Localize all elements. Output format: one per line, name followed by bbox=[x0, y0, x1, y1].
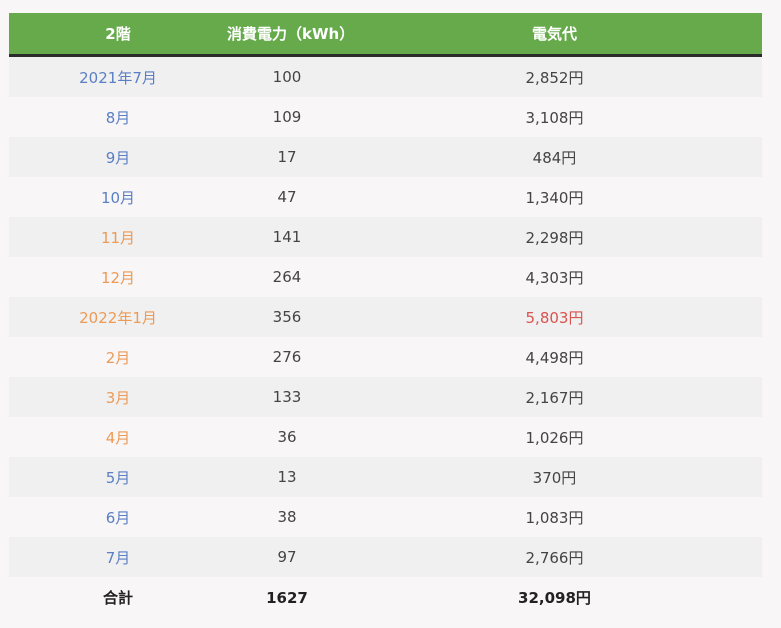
table-row: 8月 109 3,108円 bbox=[9, 97, 762, 137]
kwh-cell: 36 bbox=[227, 417, 347, 457]
cost-cell: 4,498円 bbox=[347, 337, 762, 377]
table-row: 2021年7月 100 2,852円 bbox=[9, 55, 762, 97]
cost-cell: 1,026円 bbox=[347, 417, 762, 457]
cost-cell: 5,803円 bbox=[347, 297, 762, 337]
kwh-cell: 38 bbox=[227, 497, 347, 537]
cost-cell: 2,298円 bbox=[347, 217, 762, 257]
month-cell: 2022年1月 bbox=[9, 297, 227, 337]
electricity-usage-table: 2階 消費電力（kWh） 電気代 2021年7月 100 2,852円 8月 109 3,… bbox=[9, 13, 762, 618]
cost-cell: 2,852円 bbox=[347, 55, 762, 97]
kwh-cell: 356 bbox=[227, 297, 347, 337]
kwh-cell: 276 bbox=[227, 337, 347, 377]
month-cell: 2021年7月 bbox=[9, 55, 227, 97]
table-row: 6月 38 1,083円 bbox=[9, 497, 762, 537]
total-row: 合計 1627 32,098円 bbox=[9, 577, 762, 618]
total-cost: 32,098円 bbox=[347, 577, 762, 618]
header-cost: 電気代 bbox=[347, 13, 762, 57]
kwh-cell: 97 bbox=[227, 537, 347, 577]
cost-cell: 4,303円 bbox=[347, 257, 762, 297]
table-row: 2022年1月 356 5,803円 bbox=[9, 297, 762, 337]
header-consumption: 消費電力（kWh） bbox=[227, 13, 354, 57]
kwh-cell: 264 bbox=[227, 257, 347, 297]
kwh-cell: 141 bbox=[227, 217, 347, 257]
kwh-cell: 17 bbox=[227, 137, 347, 177]
cost-cell: 2,766円 bbox=[347, 537, 762, 577]
kwh-cell: 13 bbox=[227, 457, 347, 497]
kwh-cell: 109 bbox=[227, 97, 347, 137]
table-row: 4月 36 1,026円 bbox=[9, 417, 762, 457]
cost-cell: 2,167円 bbox=[347, 377, 762, 417]
table-row: 2月 276 4,498円 bbox=[9, 337, 762, 377]
cost-cell: 1,083円 bbox=[347, 497, 762, 537]
kwh-cell: 133 bbox=[227, 377, 347, 417]
cost-cell: 1,340円 bbox=[347, 177, 762, 217]
month-cell: 8月 bbox=[9, 97, 227, 137]
month-cell: 5月 bbox=[9, 457, 227, 497]
month-cell: 12月 bbox=[9, 257, 227, 297]
table-row: 10月 47 1,340円 bbox=[9, 177, 762, 217]
kwh-cell: 47 bbox=[227, 177, 347, 217]
month-cell: 4月 bbox=[9, 417, 227, 457]
table-body: 2021年7月 100 2,852円 8月 109 3,108円 9月 17 484円 10月 47… bbox=[9, 55, 762, 577]
header-floor: 2階 bbox=[9, 13, 227, 57]
cost-cell: 3,108円 bbox=[347, 97, 762, 137]
month-cell: 10月 bbox=[9, 177, 227, 217]
table-row: 3月 133 2,167円 bbox=[9, 377, 762, 417]
month-cell: 9月 bbox=[9, 137, 227, 177]
cost-cell: 370円 bbox=[347, 457, 762, 497]
kwh-cell: 100 bbox=[227, 55, 347, 97]
month-cell: 3月 bbox=[9, 377, 227, 417]
month-cell: 7月 bbox=[9, 537, 227, 577]
month-cell: 2月 bbox=[9, 337, 227, 377]
table-row: 7月 97 2,766円 bbox=[9, 537, 762, 577]
total-label: 合計 bbox=[9, 577, 227, 618]
total-kwh: 1627 bbox=[227, 577, 347, 618]
month-cell: 11月 bbox=[9, 217, 227, 257]
table-row: 11月 141 2,298円 bbox=[9, 217, 762, 257]
table-row: 9月 17 484円 bbox=[9, 137, 762, 177]
table-row: 5月 13 370円 bbox=[9, 457, 762, 497]
table-header-row: 2階 消費電力（kWh） 電気代 bbox=[9, 13, 762, 57]
table-row: 12月 264 4,303円 bbox=[9, 257, 762, 297]
cost-cell: 484円 bbox=[347, 137, 762, 177]
month-cell: 6月 bbox=[9, 497, 227, 537]
